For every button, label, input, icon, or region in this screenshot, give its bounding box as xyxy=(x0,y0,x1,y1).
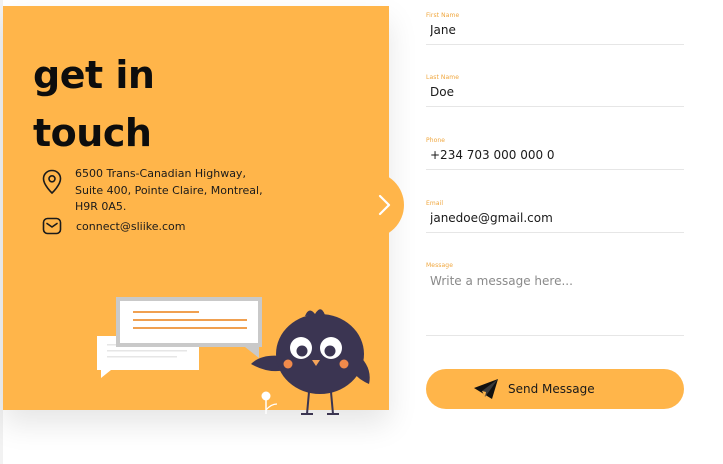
contact-email[interactable]: connect@sliike.com xyxy=(76,220,185,233)
first-name-field: First Name xyxy=(426,12,684,45)
contact-info-panel: get in touch 6500 Trans-Canadian Highway… xyxy=(3,6,389,415)
map-pin-icon xyxy=(42,169,62,195)
title-line-2: touch xyxy=(33,111,152,155)
contact-address: 6500 Trans-Canadian Highway, Suite 400, … xyxy=(75,166,265,216)
last-name-label: Last Name xyxy=(426,74,460,81)
mail-icon xyxy=(42,217,62,235)
send-message-button[interactable]: Send Message xyxy=(426,369,684,409)
address-line-3: H9R 0A5. xyxy=(75,200,127,213)
email-field: Email xyxy=(426,200,684,233)
send-message-label: Send Message xyxy=(508,382,595,396)
title-line-1: get in xyxy=(33,53,155,97)
address-line-1: 6500 Trans-Canadian Highway, xyxy=(75,167,246,180)
first-name-label: First Name xyxy=(426,12,460,19)
phone-label: Phone xyxy=(426,137,446,144)
email-label: Email xyxy=(426,200,444,207)
chevron-right-icon[interactable] xyxy=(372,190,396,220)
paper-plane-icon xyxy=(474,379,498,399)
last-name-input[interactable] xyxy=(430,85,680,99)
first-name-input[interactable] xyxy=(430,23,680,37)
message-label: Message xyxy=(426,262,453,269)
phone-input[interactable] xyxy=(430,148,680,162)
phone-field: Phone xyxy=(426,137,684,170)
message-field: Message xyxy=(426,262,684,336)
page-title: get in touch xyxy=(33,46,333,162)
message-textarea[interactable] xyxy=(430,274,680,326)
email-input[interactable] xyxy=(430,211,680,225)
last-name-field: Last Name xyxy=(426,74,684,107)
bird-chat-illustration xyxy=(97,297,370,415)
address-line-2: Suite 400, Pointe Claire, Montreal, xyxy=(75,183,263,197)
